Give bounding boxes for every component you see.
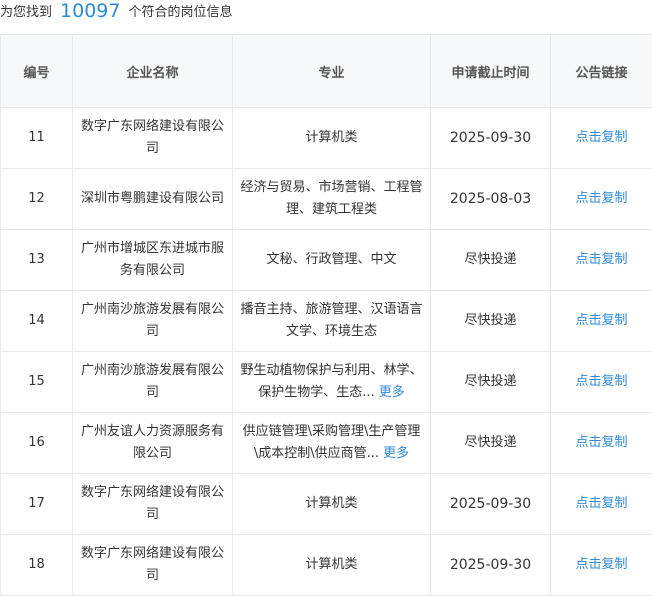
row-id: 17: [0, 473, 73, 535]
row-major: 文秘、行政管理、中文: [232, 229, 431, 291]
row-id: 16: [0, 412, 73, 474]
table-row: 16 广州友谊人力资源服务有限公司 供应链管理\采购管理\生产管理\成本控制\供应商…: [0, 412, 652, 474]
row-major-text: 经济与贸易、市场营销、工程管理、建筑工程类: [240, 180, 423, 217]
table-row: 11 数字广东网络建设有限公司 计算机类 2025-09-30 点击复制: [0, 107, 652, 169]
job-table: 编号 企业名称 专业 申请截止时间 公告链接 11 数字广东网络建设有限公司 计算机…: [0, 34, 652, 596]
table-body: 11 数字广东网络建设有限公司 计算机类 2025-09-30 点击复制 12 深圳市粤鹏建…: [0, 107, 652, 596]
row-major-text: 计算机类: [305, 557, 358, 572]
row-company: 广州市增城区东进城市服务有限公司: [72, 229, 233, 291]
row-id: 18: [0, 534, 73, 596]
row-major-text: 计算机类: [305, 496, 358, 511]
row-id: 13: [0, 229, 73, 291]
row-company: 广州友谊人力资源服务有限公司: [72, 412, 233, 474]
row-link-cell: 点击复制: [550, 412, 652, 474]
table-row: 15 广州南沙旅游发展有限公司 野生动植物保护与利用、林学、保护生物学、生态... …: [0, 351, 652, 413]
results-summary: 为您找到 10097 个符合的岗位信息: [0, 0, 652, 22]
row-id: 11: [0, 107, 73, 169]
header-major: 专业: [232, 34, 431, 108]
job-table-wrapper: 编号 企业名称 专业 申请截止时间 公告链接 11 数字广东网络建设有限公司 计算机…: [0, 34, 652, 596]
header-id: 编号: [0, 34, 73, 108]
row-link-cell: 点击复制: [550, 168, 652, 230]
row-link-cell: 点击复制: [550, 107, 652, 169]
row-deadline: 2025-09-30: [430, 473, 551, 535]
results-suffix: 个符合的岗位信息: [128, 5, 233, 20]
row-company: 数字广东网络建设有限公司: [72, 534, 233, 596]
more-link[interactable]: 更多: [383, 446, 409, 461]
row-id: 14: [0, 290, 73, 352]
copy-link[interactable]: 点击复制: [575, 313, 627, 328]
copy-link[interactable]: 点击复制: [575, 130, 627, 145]
row-link-cell: 点击复制: [550, 229, 652, 291]
results-prefix: 为您找到: [0, 5, 53, 20]
row-major: 计算机类: [232, 534, 431, 596]
table-row: 17 数字广东网络建设有限公司 计算机类 2025-09-30 点击复制: [0, 473, 652, 535]
row-id: 15: [0, 351, 73, 413]
table-row: 18 数字广东网络建设有限公司 计算机类 2025-09-30 点击复制: [0, 534, 652, 596]
copy-link[interactable]: 点击复制: [575, 252, 627, 267]
results-count: 10097: [60, 0, 121, 22]
row-major: 计算机类: [232, 107, 431, 169]
row-company: 数字广东网络建设有限公司: [72, 473, 233, 535]
row-major: 野生动植物保护与利用、林学、保护生物学、生态... 更多: [232, 351, 431, 413]
header-company: 企业名称: [72, 34, 233, 108]
row-major: 播音主持、旅游管理、汉语语言文学、环境生态: [232, 290, 431, 352]
row-company: 深圳市粤鹏建设有限公司: [72, 168, 233, 230]
row-id: 12: [0, 168, 73, 230]
table-row: 14 广州南沙旅游发展有限公司 播音主持、旅游管理、汉语语言文学、环境生态 尽快投递 点…: [0, 290, 652, 352]
row-deadline: 尽快投递: [430, 229, 551, 291]
copy-link[interactable]: 点击复制: [575, 435, 627, 450]
row-company: 数字广东网络建设有限公司: [72, 107, 233, 169]
row-link-cell: 点击复制: [550, 534, 652, 596]
header-link: 公告链接: [550, 34, 652, 108]
table-row: 12 深圳市粤鹏建设有限公司 经济与贸易、市场营销、工程管理、建筑工程类 2025-0…: [0, 168, 652, 230]
row-major: 供应链管理\采购管理\生产管理\成本控制\供应商管... 更多: [232, 412, 431, 474]
row-deadline: 2025-09-30: [430, 534, 551, 596]
row-major-text: 计算机类: [305, 130, 358, 145]
row-link-cell: 点击复制: [550, 290, 652, 352]
copy-link[interactable]: 点击复制: [575, 374, 627, 389]
more-link[interactable]: 更多: [379, 385, 405, 400]
row-deadline: 2025-08-03: [430, 168, 551, 230]
row-deadline: 尽快投递: [430, 351, 551, 413]
row-major: 计算机类: [232, 473, 431, 535]
row-major-text: 播音主持、旅游管理、汉语语言文学、环境生态: [240, 302, 423, 339]
row-major-text: 文秘、行政管理、中文: [266, 252, 397, 267]
copy-link[interactable]: 点击复制: [575, 557, 627, 572]
row-link-cell: 点击复制: [550, 473, 652, 535]
table-header-row: 编号 企业名称 专业 申请截止时间 公告链接: [0, 34, 652, 108]
row-link-cell: 点击复制: [550, 351, 652, 413]
row-deadline: 2025-09-30: [430, 107, 551, 169]
row-deadline: 尽快投递: [430, 290, 551, 352]
row-company: 广州南沙旅游发展有限公司: [72, 351, 233, 413]
copy-link[interactable]: 点击复制: [575, 191, 627, 206]
table-row: 13 广州市增城区东进城市服务有限公司 文秘、行政管理、中文 尽快投递 点击复制: [0, 229, 652, 291]
row-company: 广州南沙旅游发展有限公司: [72, 290, 233, 352]
copy-link[interactable]: 点击复制: [575, 496, 627, 511]
row-deadline: 尽快投递: [430, 412, 551, 474]
row-major: 经济与贸易、市场营销、工程管理、建筑工程类: [232, 168, 431, 230]
header-deadline: 申请截止时间: [430, 34, 551, 108]
